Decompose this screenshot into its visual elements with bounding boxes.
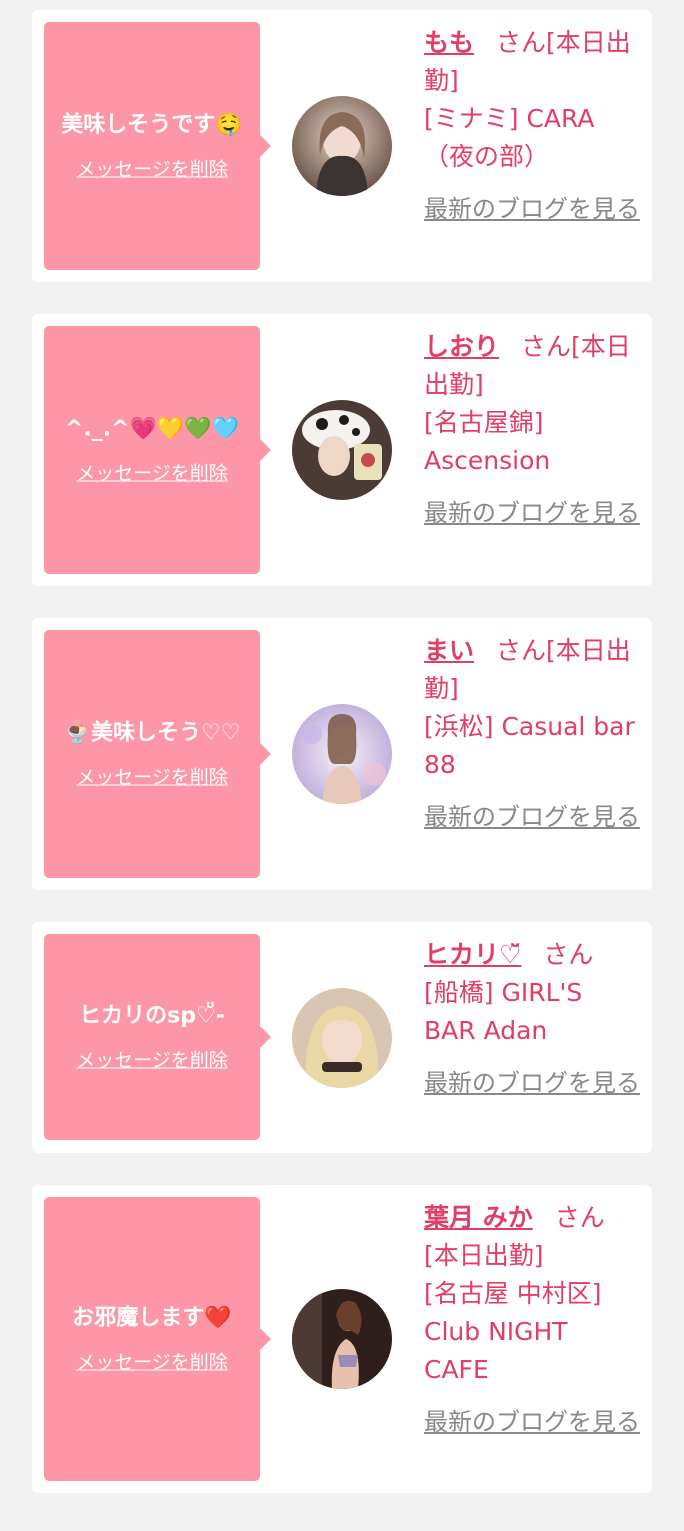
sender-name-link[interactable]: しおり [424,332,499,361]
honorific: さん [496,28,547,57]
message-card: お邪魔します❤️ メッセージを削除 葉月 みか さん [本日出勤] [名古屋 中村… [32,1185,652,1493]
message-card: 美味しそうです🤤 メッセージを削除 もも さん[本日出勤] [ミナミ] CARA（… [32,10,652,282]
delete-message-button[interactable]: メッセージを削除 [76,1046,228,1073]
sender-name-link[interactable]: 葉月 みか [424,1203,533,1232]
latest-blog-link[interactable]: 最新のブログを見る [424,494,640,532]
message-text: 🍨美味しそう♡♡ [63,720,241,746]
message-bubble: お邪魔します❤️ メッセージを削除 [44,1197,271,1481]
avatar[interactable] [292,400,392,500]
sender-info: しおり さん[本日出勤] [名古屋錦] Ascension 最新のブログを見る [424,328,640,532]
delete-message-button[interactable]: メッセージを削除 [76,763,228,790]
delete-message-button[interactable]: メッセージを削除 [76,155,228,182]
honorific: さん [554,1203,605,1232]
avatar[interactable] [292,988,392,1088]
message-text: お邪魔します❤️ [72,1305,232,1331]
honorific: さん [543,940,594,969]
message-text: ヒカリのsp♡̆̈- [79,1003,225,1029]
shop-name: [名古屋 中村区] Club NIGHT CAFE [424,1279,602,1384]
avatar-photo-icon [292,1289,392,1389]
message-card: ^._.^💗💛💚🩵 メッセージを削除 しおり さん[本日出勤] [名古屋錦] As… [32,314,652,586]
message-text: ^._.^💗💛💚🩵 [64,416,240,442]
avatar[interactable] [292,96,392,196]
shop-name: [船橋] GIRL'S BAR Adan [424,978,583,1045]
honorific: さん [521,332,572,361]
shop-name: [名古屋錦] Ascension [424,408,551,475]
sender-info: ヒカリ♡̆̈ さん [船橋] GIRL'S BAR Adan 最新のブログを見る [424,936,640,1102]
latest-blog-link[interactable]: 最新のブログを見る [424,1064,640,1102]
sender-info: もも さん[本日出勤] [ミナミ] CARA（夜の部） 最新のブログを見る [424,24,640,228]
sender-info: まい さん[本日出勤] [浜松] Casual bar 88 最新のブログを見る [424,632,640,836]
avatar-photo-icon [292,400,392,500]
avatar-photo-icon [292,704,392,804]
sender-name-link[interactable]: まい [424,636,474,665]
message-text: 美味しそうです🤤 [61,112,243,138]
message-bubble: ^._.^💗💛💚🩵 メッセージを削除 [44,326,271,574]
shop-name: [浜松] Casual bar 88 [424,712,635,779]
avatar-photo-icon [292,96,392,196]
delete-message-button[interactable]: メッセージを削除 [76,1348,228,1375]
latest-blog-link[interactable]: 最新のブログを見る [424,1403,640,1441]
avatar-photo-icon [292,988,392,1088]
latest-blog-link[interactable]: 最新のブログを見る [424,798,640,836]
message-bubble: ヒカリのsp♡̆̈- メッセージを削除 [44,934,271,1140]
avatar[interactable] [292,704,392,804]
avatar[interactable] [292,1289,392,1389]
sender-name-link[interactable]: ヒカリ♡̆̈ [424,940,521,969]
sender-name-link[interactable]: もも [424,28,474,57]
message-card: 🍨美味しそう♡♡ メッセージを削除 まい さん[本日出勤] [浜松] Casual… [32,618,652,890]
message-bubble: 🍨美味しそう♡♡ メッセージを削除 [44,630,271,878]
shop-name: [ミナミ] CARA（夜の部） [424,104,595,171]
work-status: [本日出勤] [424,1241,544,1270]
honorific: さん [496,636,547,665]
message-card: ヒカリのsp♡̆̈- メッセージを削除 ヒカリ♡̆̈ さん [船橋] GIRL'S… [32,922,652,1153]
sender-info: 葉月 みか さん [本日出勤] [名古屋 中村区] Club NIGHT CAFE… [424,1199,640,1441]
message-bubble: 美味しそうです🤤 メッセージを削除 [44,22,271,270]
latest-blog-link[interactable]: 最新のブログを見る [424,190,640,228]
delete-message-button[interactable]: メッセージを削除 [76,459,228,486]
